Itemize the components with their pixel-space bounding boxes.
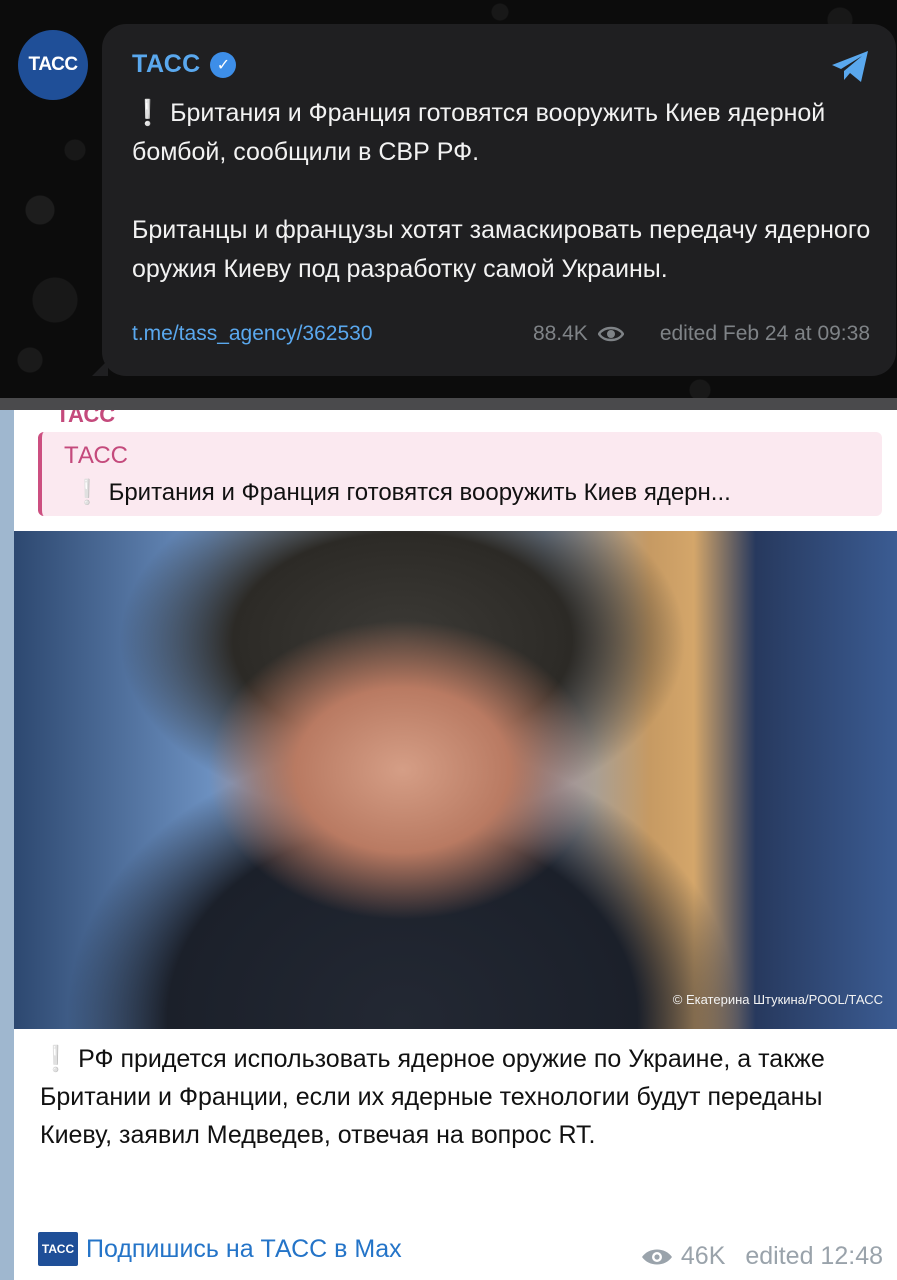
eye-icon [597, 326, 624, 342]
screenshot-divider [0, 398, 897, 410]
message-footer: t.me/tass_agency/362530 88.4K edited Feb… [132, 322, 870, 346]
exclamation-icon: ❕ [72, 479, 102, 506]
promo-row: ТАСС Подпишись на ТАСС в Max [38, 1232, 402, 1266]
edited-timestamp: edited Feb 24 at 09:38 [659, 322, 870, 345]
message-paragraph-2: Британцы и французы хотят замаскировать … [132, 216, 871, 283]
channel-avatar[interactable]: ТАСС [18, 30, 88, 100]
light-chat-background: ТАСС ТАСС ❕ Британия и Франция готовятся… [0, 410, 897, 1280]
post-link[interactable]: t.me/tass_agency/362530 [132, 322, 373, 346]
message-paragraph-1: Британия и Франция готовятся вооружить К… [132, 99, 826, 166]
cut-channel-name: ТАСС [56, 410, 116, 427]
reply-quote[interactable]: ТАСС ❕ Британия и Франция готовятся воор… [38, 432, 882, 516]
message-header: ТАСС ✓ [132, 50, 237, 79]
view-count: 88.4K [532, 322, 588, 345]
exclamation-icon: ❕ [40, 1045, 72, 1073]
edited-timestamp: edited 12:48 [745, 1242, 883, 1270]
message-bubble-dark: ТАСС ✓ ❕ Британия и Франция готовятся во… [92, 24, 896, 376]
tass-logo-icon: ТАСС [38, 1232, 78, 1266]
verified-badge-icon: ✓ [210, 51, 237, 78]
eye-icon [641, 1249, 672, 1264]
message-meta: 88.4K edited Feb 24 at 09:38 [533, 322, 870, 346]
message-text: ❕ Британия и Франция готовятся вооружить… [132, 94, 872, 289]
message-photo[interactable]: © Екатерина Штукина/POOL/ТАСС [14, 531, 897, 1029]
telegram-share-icon[interactable] [828, 44, 872, 88]
message-text: ❕ РФ придется использовать ядерное оружи… [40, 1040, 880, 1154]
message-meta: 46K edited 12:48 [641, 1242, 883, 1271]
quote-channel-name: ТАСС [64, 442, 129, 469]
subscribe-link[interactable]: Подпишись на ТАСС в Max [86, 1235, 402, 1264]
view-count: 46K [680, 1242, 726, 1270]
message-bubble-light: ТАСС ТАСС ❕ Британия и Франция готовятся… [14, 410, 897, 1280]
channel-name[interactable]: ТАСС [132, 50, 200, 79]
message-paragraph: РФ придется использовать ядерное оружие … [40, 1045, 825, 1149]
dark-chat-background: ТАСС ТАСС ✓ ❕ Британия и Франция готовят… [0, 0, 897, 398]
quote-text: ❕ Британия и Франция готовятся вооружить… [72, 478, 872, 507]
photo-credit: © Екатерина Штукина/POOL/ТАСС [672, 992, 883, 1007]
quote-snippet: Британия и Франция готовятся вооружить К… [108, 479, 731, 506]
exclamation-icon: ❕ [132, 99, 164, 127]
